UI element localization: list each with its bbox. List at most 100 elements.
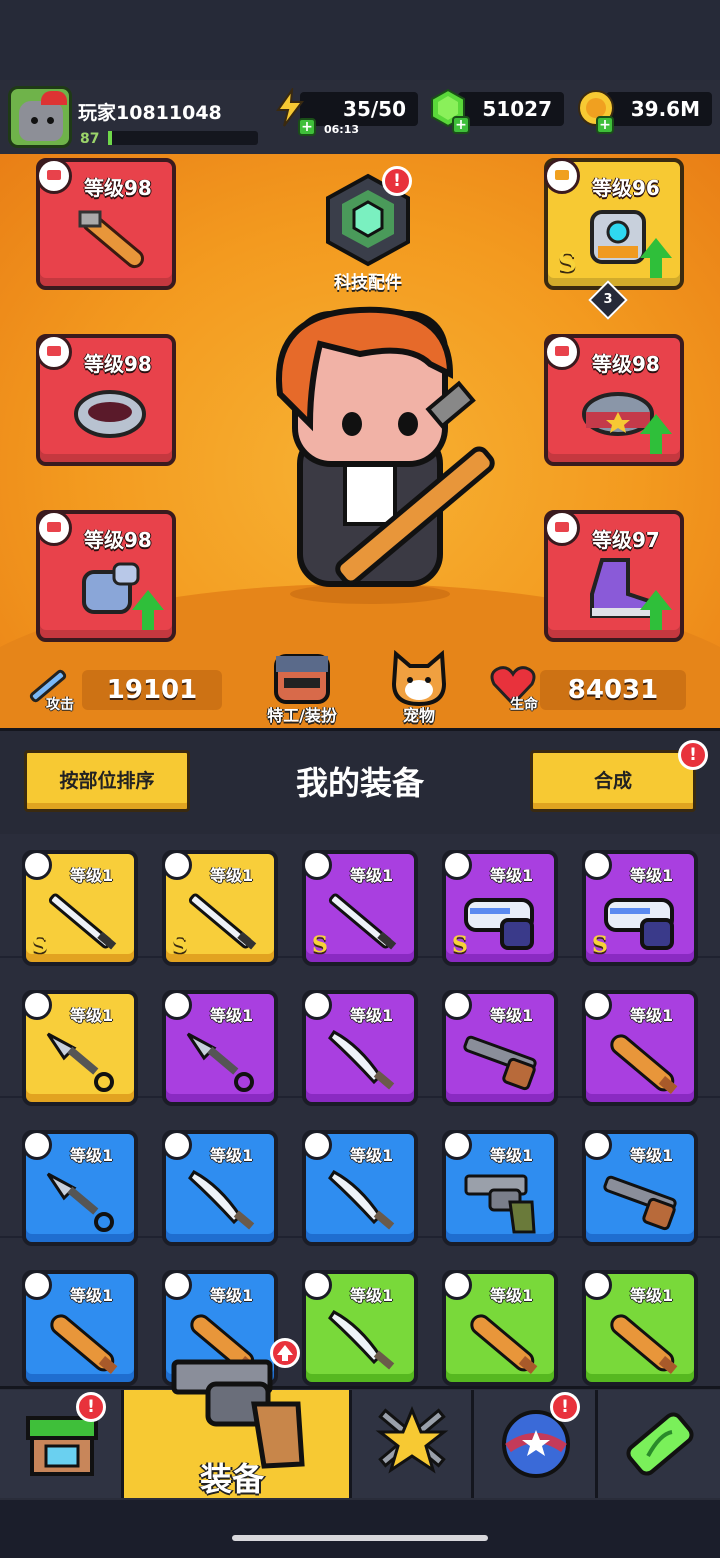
slot-gloves-level: 等级98 — [84, 528, 152, 552]
slot-boots[interactable]: 等级97 — [544, 510, 684, 642]
home-indicator[interactable] — [232, 1535, 488, 1541]
inventory-item[interactable]: 等级1 — [442, 990, 558, 1106]
inventory-item-level: 等级1 — [630, 1286, 674, 1305]
inventory-item-level: 等级1 — [210, 866, 254, 885]
inventory-item[interactable]: 等级1 — [582, 990, 698, 1106]
sort-by-slot-button[interactable]: 按部位排序 — [24, 750, 190, 812]
inventory-item[interactable]: 等级1 — [442, 1130, 558, 1246]
spiked-club-icon — [78, 210, 145, 269]
blaster-icon — [464, 898, 534, 950]
inventory-item-level: 等级1 — [630, 1146, 674, 1165]
inventory-item[interactable]: 等级1 — [302, 1130, 418, 1246]
add-coins-button[interactable]: + — [596, 116, 614, 134]
energy-counter[interactable]: 35/50 — [276, 88, 418, 127]
agent-costume-label[interactable]: 特工/装扮 — [250, 702, 354, 726]
hp-value: 84031 — [540, 670, 686, 710]
upgrade-arrow-icon — [640, 414, 672, 454]
gem-counter[interactable]: 51027 — [431, 88, 564, 128]
slot-belt[interactable]: 等级98 — [544, 334, 684, 466]
kunai-icon — [186, 1032, 254, 1092]
weapon-type-icon — [22, 850, 52, 880]
dna-capsule-icon — [626, 1412, 694, 1476]
katana-icon — [188, 893, 257, 950]
inventory-item[interactable]: 等级1 S — [302, 850, 418, 966]
slot-belt-level: 等级98 — [592, 352, 660, 376]
tech-alert-badge: ! — [382, 166, 412, 196]
system-bottom-area — [0, 1500, 720, 1558]
inventory-item[interactable]: 等级1 S — [162, 850, 278, 966]
necklace-slot-icon — [36, 334, 72, 370]
slot-armor-level: 等级96 — [592, 176, 660, 200]
club-icon — [470, 1314, 538, 1374]
attack-value: 19101 — [82, 670, 222, 710]
inventory-item[interactable]: 等级1 — [302, 1270, 418, 1386]
slot-armor-grade: S — [558, 248, 577, 278]
inventory-item-level: 等级1 — [70, 1146, 114, 1165]
weapon-type-icon — [582, 1270, 612, 1300]
inventory-item-grade: S — [592, 932, 608, 958]
inventory-item[interactable]: 等级1 — [162, 1130, 278, 1246]
kunai-icon — [46, 1172, 114, 1232]
inventory-item[interactable]: 等级1 — [582, 1130, 698, 1246]
tech-parts-label: 科技配件 — [334, 273, 402, 293]
inventory-item-level: 等级1 — [490, 1146, 534, 1165]
attack-label: 攻击 — [46, 697, 74, 713]
tab-equipment-label: 装备 — [200, 1460, 265, 1498]
pet-label[interactable]: 宠物 — [388, 702, 450, 726]
weapon-type-icon — [162, 1130, 192, 1160]
merge-button[interactable]: 合成 — [530, 750, 696, 812]
add-gems-button[interactable]: + — [452, 116, 470, 134]
weapon-type-icon — [442, 1130, 472, 1160]
blaster-icon — [604, 898, 674, 950]
slot-gloves[interactable]: 等级98 — [36, 510, 176, 642]
inventory-item-level: 等级1 — [210, 1146, 254, 1165]
upgrade-arrow-icon — [132, 590, 164, 630]
inventory-item-level: 等级1 — [630, 1006, 674, 1025]
weapon-slot-icon — [36, 158, 72, 194]
inventory-item[interactable]: 等级1 S — [22, 850, 138, 966]
slot-armor[interactable]: 等级96 S — [544, 158, 684, 290]
katana-icon — [48, 893, 117, 950]
inventory-item[interactable]: 等级1 — [22, 990, 138, 1106]
add-energy-button[interactable]: + — [298, 118, 316, 136]
weapon-type-icon — [442, 850, 472, 880]
weapon-type-icon — [302, 1130, 332, 1160]
inventory-item[interactable]: 等级1 — [302, 990, 418, 1106]
inventory-item-level: 等级1 — [350, 1146, 394, 1165]
inventory-item[interactable]: 等级1 S — [442, 850, 558, 966]
inventory-item[interactable]: 等级1 — [442, 1270, 558, 1386]
tab-talent[interactable] — [352, 1390, 474, 1498]
inventory-item-level: 等级1 — [70, 1006, 114, 1025]
shotgun-icon — [463, 1035, 537, 1091]
slot-necklace[interactable]: 等级98 — [36, 334, 176, 466]
scimitar-icon — [328, 1310, 395, 1370]
energy-timer: 06:13 — [324, 123, 360, 136]
upgrade-arrow-icon — [640, 590, 672, 630]
inventory-item[interactable]: 等级1 — [582, 1270, 698, 1386]
inventory-item[interactable]: 等级1 S — [582, 850, 698, 966]
slot-weapon-level: 等级98 — [84, 176, 152, 200]
inventory-item[interactable]: 等级1 — [22, 1270, 138, 1386]
coin-counter[interactable]: 39.6M — [578, 90, 712, 126]
hero-character[interactable] — [240, 304, 520, 604]
slot-weapon[interactable]: 等级98 — [36, 158, 176, 290]
agent-costume-icon[interactable] — [270, 650, 334, 706]
scimitar-icon — [328, 1030, 395, 1090]
player-name: 玩家10811048 — [78, 102, 222, 124]
inventory-item[interactable]: 等级1 — [22, 1130, 138, 1246]
revolver-icon — [464, 1174, 536, 1234]
inventory-item[interactable]: 等级1 — [162, 990, 278, 1106]
boots-slot-icon — [544, 510, 580, 546]
top-bar — [0, 0, 720, 80]
merge-alert-badge: ! — [678, 740, 708, 770]
scimitar-icon — [188, 1170, 255, 1230]
gloves-slot-icon — [36, 510, 72, 546]
pet-dog-icon[interactable] — [388, 650, 450, 706]
events-alert-badge: ! — [550, 1392, 580, 1422]
kunai-icon — [46, 1032, 114, 1092]
player-avatar[interactable] — [8, 86, 72, 148]
tab-evolve[interactable] — [598, 1390, 720, 1498]
inventory-item-grade: S — [452, 932, 468, 958]
inventory-item-level: 等级1 — [350, 1286, 394, 1305]
weapon-type-icon — [582, 850, 612, 880]
